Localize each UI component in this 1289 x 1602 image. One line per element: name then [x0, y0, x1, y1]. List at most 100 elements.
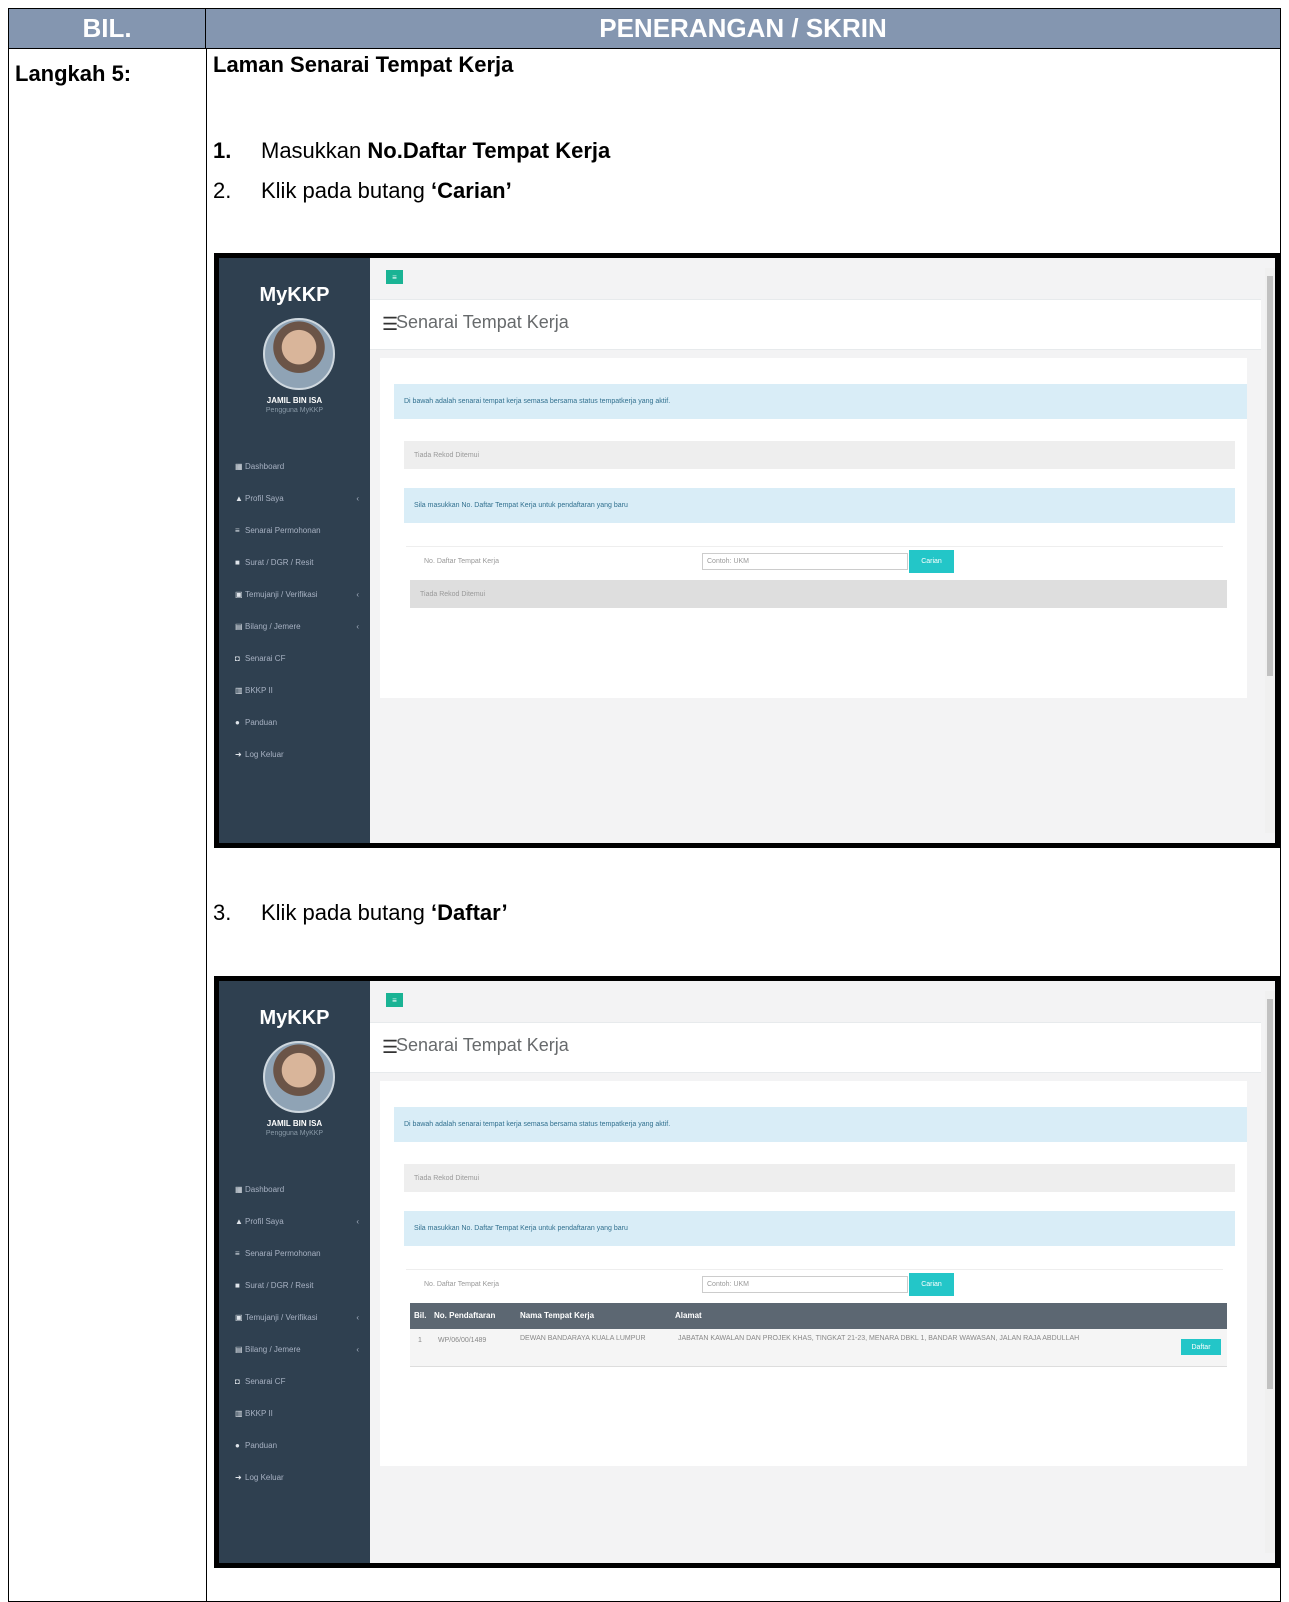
- sidebar: MyKKP JAMIL BIN ISA Pengguna MyKKP ▦ Dash…: [219, 981, 370, 1563]
- scrollbar-thumb[interactable]: [1267, 276, 1273, 676]
- carian-button[interactable]: Carian: [909, 550, 954, 573]
- no-record-row: Tiada Rekod Ditemui: [410, 580, 1227, 608]
- logout-icon: ➜: [235, 1472, 242, 1482]
- sidebar-item-label: Senarai Permohonan: [245, 1248, 321, 1258]
- sidebar-item-label: Log Keluar: [245, 1472, 284, 1482]
- user-role: Pengguna MyKKP: [265, 407, 324, 414]
- sidebar-item-logout[interactable]: ➜ Log Keluar: [235, 1461, 359, 1493]
- table-row: 1 WP/06/00/1489 DEWAN BANDARAYA KUALA LU…: [410, 1329, 1227, 1367]
- hamburger-icon[interactable]: ≡: [386, 270, 403, 284]
- step-label: Langkah 5:: [15, 61, 132, 86]
- user-name: JAMIL BIN ISA: [266, 396, 323, 405]
- column-header: Bil.: [414, 1311, 427, 1320]
- sidebar-item-permohonan[interactable]: ≡ Senarai Permohonan: [235, 1237, 359, 1269]
- guide-icon: ●: [235, 717, 240, 727]
- avatar: [263, 1041, 335, 1113]
- user-name: JAMIL BIN ISA: [266, 1119, 323, 1128]
- screenshot-2: MyKKP JAMIL BIN ISA Pengguna MyKKP ▦ Dash…: [214, 976, 1280, 1568]
- page-heading: ☰ Senarai Tempat Kerja: [370, 300, 1261, 350]
- instruction-2: 2. Klik pada butang ‘Carian’: [213, 178, 512, 204]
- column-header-bil: BIL.: [9, 9, 206, 49]
- user-icon: ▲: [235, 493, 243, 503]
- report-icon: ▥: [235, 685, 243, 695]
- column-header: No. Pendaftaran: [434, 1311, 496, 1320]
- brand-logo: MyKKP: [259, 1007, 330, 1029]
- column-header-penerangan: PENERANGAN / SKRIN: [206, 9, 1280, 49]
- carian-button[interactable]: Carian: [909, 1273, 954, 1296]
- search-label: No. Daftar Tempat Kerja: [424, 1281, 499, 1288]
- column-header: Nama Tempat Kerja: [520, 1311, 595, 1320]
- scrollbar[interactable]: [1265, 991, 1275, 1553]
- sidebar-item-panduan[interactable]: ● Panduan: [235, 706, 359, 738]
- sidebar-item-bilang[interactable]: ▤ Bilang / Jemere ‹: [235, 610, 359, 642]
- sidebar-item-panduan[interactable]: ● Panduan: [235, 1429, 359, 1461]
- sidebar-item-cf[interactable]: ◘ Senarai CF: [235, 1365, 359, 1397]
- sidebar-item-cf[interactable]: ◘ Senarai CF: [235, 642, 359, 674]
- instruction-3: 3. Klik pada butang ‘Daftar’: [213, 900, 508, 926]
- sidebar-item-label: BKKP II: [245, 1408, 273, 1418]
- calendar-icon: ▣: [235, 1312, 243, 1322]
- column-divider: [206, 49, 207, 1601]
- scrollbar[interactable]: [1265, 268, 1275, 833]
- sidebar-item-label: Profil Saya: [245, 1216, 284, 1226]
- sidebar-item-bilang[interactable]: ▤ Bilang / Jemere ‹: [235, 1333, 359, 1365]
- main-area: ≡ ☰ Senarai Tempat Kerja Di bawah adalah…: [370, 981, 1261, 1563]
- daftar-button[interactable]: Daftar: [1181, 1339, 1221, 1355]
- instruction-text: Klik pada butang: [261, 178, 432, 203]
- page-title: Senarai Tempat Kerja: [396, 312, 569, 332]
- page-heading: ☰ Senarai Tempat Kerja: [370, 1023, 1261, 1073]
- sidebar-item-label: Panduan: [245, 717, 278, 727]
- sidebar-menu: ▦ Dashboard ▲ Profil Saya ‹ ≡ Senarai Permoh…: [235, 1173, 359, 1493]
- sidebar-item-dashboard[interactable]: ▦ Dashboard: [235, 1173, 359, 1205]
- sidebar-item-logout[interactable]: ➜ Log Keluar: [235, 738, 359, 770]
- search-label: No. Daftar Tempat Kerja: [424, 558, 499, 565]
- user-icon: ▲: [235, 1216, 243, 1226]
- sidebar-item-permohonan[interactable]: ≡ Senarai Permohonan: [235, 514, 359, 546]
- sidebar-item-profil[interactable]: ▲ Profil Saya ‹: [235, 1205, 359, 1237]
- cv-icon: ◘: [235, 653, 240, 663]
- list-icon: ≡: [235, 1248, 240, 1258]
- instruction-number: 1.: [213, 138, 232, 163]
- content-panel: Di bawah adalah senarai tempat kerja sem…: [380, 1081, 1247, 1466]
- sidebar-item-temujanji[interactable]: ▣ Temujanji / Verifikasi ‹: [235, 1301, 359, 1333]
- row-no: WP/06/00/1489: [438, 1337, 487, 1344]
- sidebar-item-profil[interactable]: ▲ Profil Saya ‹: [235, 482, 359, 514]
- user-role: Pengguna MyKKP: [265, 1130, 324, 1137]
- sidebar-item-label: Dashboard: [245, 1184, 285, 1194]
- sidebar-item-temujanji[interactable]: ▣ Temujanji / Verifikasi ‹: [235, 578, 359, 610]
- chevron-left-icon: ‹: [356, 621, 359, 631]
- sidebar-item-surat[interactable]: ■ Surat / DGR / Resit: [235, 1269, 359, 1301]
- enter-alert: Sila masukkan No. Daftar Tempat Kerja un…: [404, 488, 1235, 523]
- instruction-emphasis: No.Daftar Tempat Kerja: [367, 138, 611, 163]
- instruction-number: 2.: [213, 178, 232, 203]
- hamburger-icon[interactable]: ≡: [386, 993, 403, 1007]
- sidebar-item-bkkp[interactable]: ▥ BKKP II: [235, 674, 359, 706]
- cv-icon: ◘: [235, 1376, 240, 1386]
- sidebar-item-label: Temujanji / Verifikasi: [245, 1312, 318, 1322]
- sidebar-item-dashboard[interactable]: ▦ Dashboard: [235, 450, 359, 482]
- sidebar-menu: ▦ Dashboard ▲ Profil Saya ‹ ≡ Senarai Permoh…: [235, 450, 359, 770]
- mail-icon: ■: [235, 1280, 240, 1290]
- topbar: ≡: [370, 258, 1261, 300]
- no-record-row: Tiada Rekod Ditemui: [404, 1164, 1235, 1192]
- row-nama: DEWAN BANDARAYA KUALA LUMPUR: [520, 1335, 646, 1342]
- row-alamat: JABATAN KAWALAN DAN PROJEK KHAS, TINGKAT…: [678, 1335, 1080, 1342]
- sidebar-item-label: Temujanji / Verifikasi: [245, 589, 318, 599]
- results-table: Bil. No. Pendaftaran Nama Tempat Kerja A…: [410, 1303, 1227, 1367]
- scrollbar-thumb[interactable]: [1267, 999, 1273, 1389]
- list-icon: ≡: [235, 525, 240, 535]
- instruction-text: Masukkan: [261, 138, 368, 163]
- search-input[interactable]: Contoh: UKM: [702, 553, 908, 570]
- sidebar-item-bkkp[interactable]: ▥ BKKP II: [235, 1397, 359, 1429]
- calendar-icon: ▣: [235, 589, 243, 599]
- sidebar-item-label: Profil Saya: [245, 493, 284, 503]
- sidebar-item-label: Dashboard: [245, 461, 285, 471]
- content-cell: Laman Senarai Tempat Kerja: [213, 52, 1273, 78]
- chevron-left-icon: ‹: [356, 1344, 359, 1354]
- chevron-left-icon: ‹: [356, 1216, 359, 1226]
- logout-icon: ➜: [235, 749, 242, 759]
- table-icon: ▤: [235, 1344, 243, 1354]
- row-bil: 1: [418, 1337, 422, 1344]
- search-input[interactable]: Contoh: UKM: [702, 1276, 908, 1293]
- sidebar-item-surat[interactable]: ■ Surat / DGR / Resit: [235, 546, 359, 578]
